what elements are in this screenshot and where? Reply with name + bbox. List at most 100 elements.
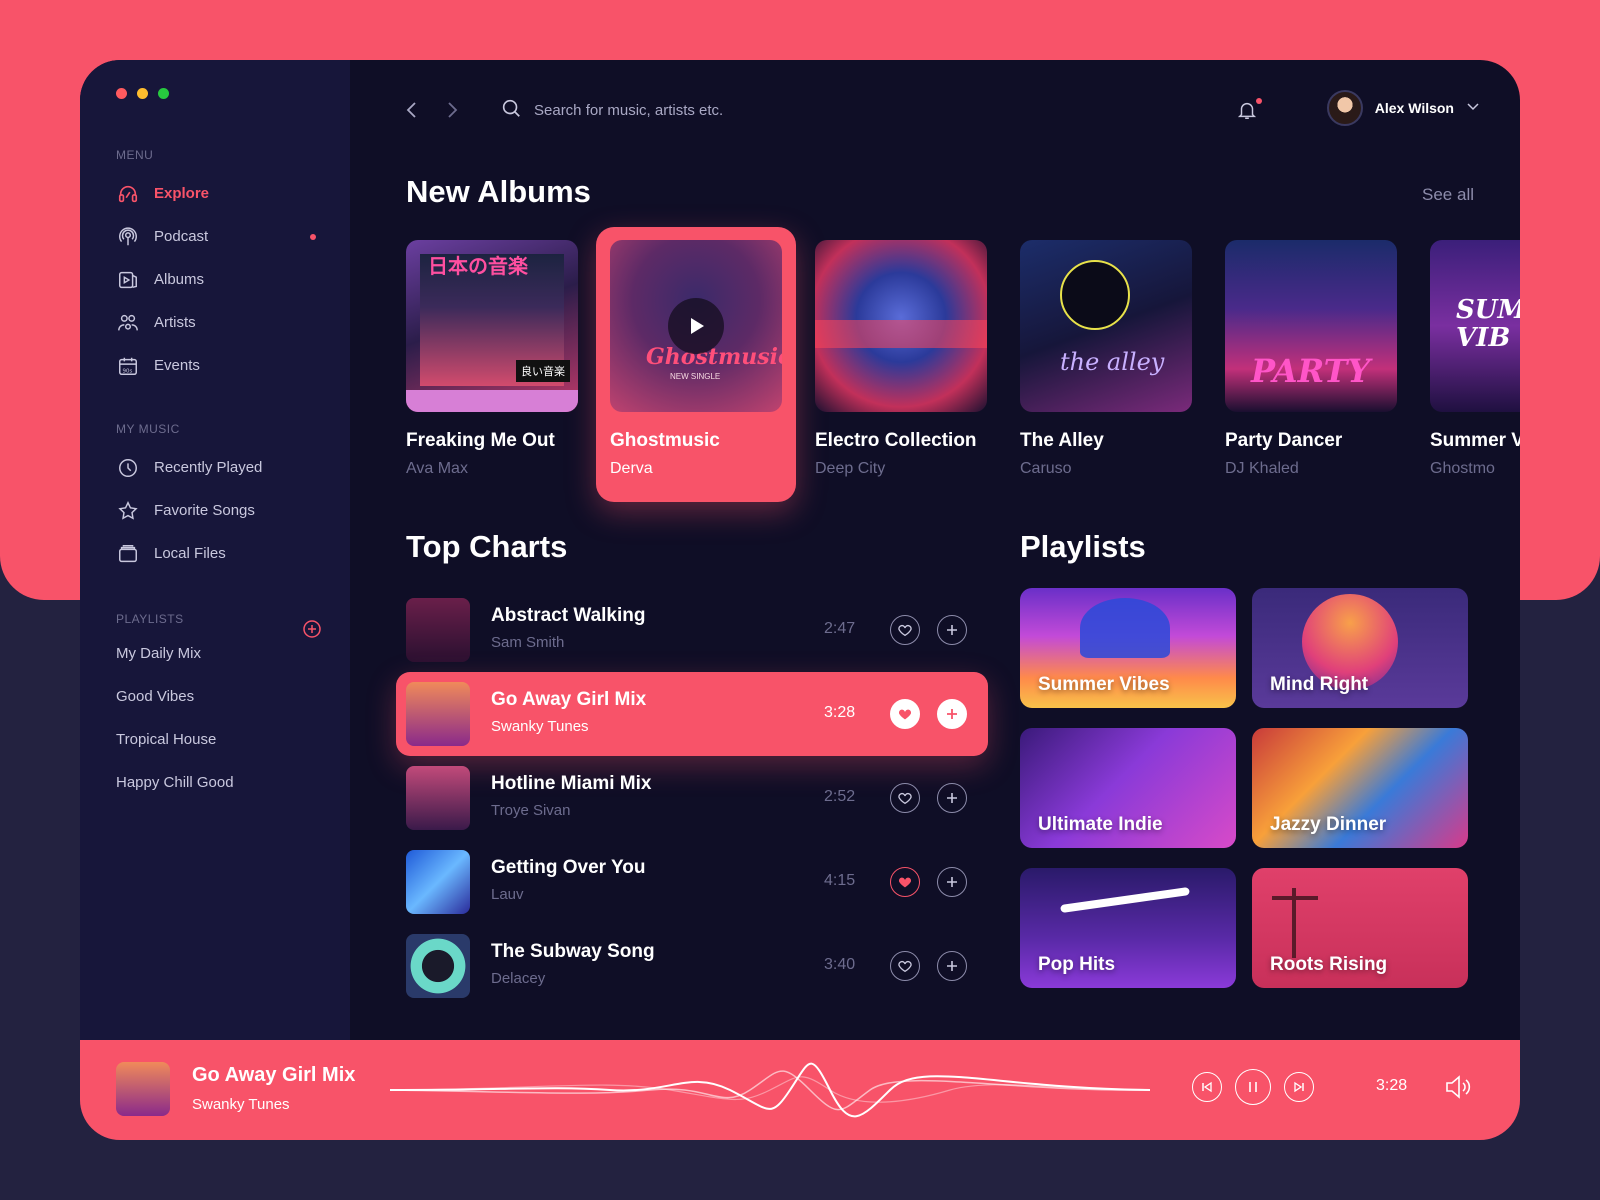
my-music-section-title: MY MUSIC <box>116 422 180 436</box>
add-to-playlist-button[interactable] <box>937 867 967 897</box>
top-charts-title: Top Charts <box>406 529 568 564</box>
sidebar-item-local-files[interactable]: Local Files <box>116 532 328 575</box>
new-albums-title: New Albums <box>406 174 591 209</box>
chart-row[interactable]: The Subway Song Delacey 3:40 <box>406 924 996 1008</box>
play-button[interactable] <box>668 298 724 354</box>
album-title: Freaking Me Out <box>406 430 555 451</box>
back-arrow-icon[interactable] <box>400 98 424 122</box>
playlist-art-cigarette <box>1060 886 1190 914</box>
heart-icon <box>898 792 912 805</box>
playlist-card[interactable]: Jazzy Dinner <box>1252 728 1468 848</box>
next-track-button[interactable] <box>1284 1072 1314 1102</box>
sidebar-item-events[interactable]: 90s Events <box>116 344 328 387</box>
heart-filled-icon <box>898 877 912 888</box>
user-menu[interactable]: Alex Wilson <box>1326 90 1480 126</box>
sidebar-item-label: Podcast <box>154 228 209 245</box>
album-artist: Ghostmo <box>1430 460 1495 477</box>
forward-arrow-icon[interactable] <box>440 98 464 122</box>
like-button[interactable] <box>890 699 920 729</box>
chart-row[interactable]: Abstract Walking Sam Smith 2:47 <box>406 588 996 672</box>
album-cover: Ghostmusic NEW SINGLE <box>610 240 782 412</box>
album-cover-text: SUMI VIB <box>1456 295 1520 353</box>
my-music-menu: Recently Played Favorite Songs Local Fil… <box>116 446 328 575</box>
sidebar: MENU Explore Podcast Albums Artists 90s … <box>80 60 350 1040</box>
playlist-name: Ultimate Indie <box>1038 814 1163 835</box>
notification-dot <box>310 234 316 240</box>
minimize-window-dot[interactable] <box>137 88 148 99</box>
plus-icon <box>947 877 957 887</box>
album-cover: 日本の音楽 良い音楽 <box>406 240 578 412</box>
track-thumbnail <box>406 934 470 998</box>
album-card-selected[interactable]: Ghostmusic NEW SINGLE Ghostmusic Derva <box>610 240 782 478</box>
track-title: Hotline Miami Mix <box>491 773 652 794</box>
album-art-stripe <box>815 320 987 348</box>
playlist-card[interactable]: Mind Right <box>1252 588 1468 708</box>
sidebar-item-playlist[interactable]: Tropical House <box>116 718 328 761</box>
track-title: Go Away Girl Mix <box>491 689 647 710</box>
album-card[interactable]: PARTY Party Dancer DJ Khaled <box>1225 240 1397 478</box>
app-window: MENU Explore Podcast Albums Artists 90s … <box>80 60 1520 1040</box>
playlist-menu: My Daily Mix Good Vibes Tropical House H… <box>116 632 328 804</box>
add-to-playlist-button[interactable] <box>937 615 967 645</box>
sidebar-item-artists[interactable]: Artists <box>116 301 328 344</box>
search-input[interactable] <box>534 101 894 119</box>
album-cover-text: the alley <box>1060 348 1165 376</box>
now-playing-bar: Go Away Girl Mix Swanky Tunes 3:28 <box>80 1040 1520 1140</box>
like-button[interactable] <box>890 951 920 981</box>
playlist-card[interactable]: Ultimate Indie <box>1020 728 1236 848</box>
chart-row[interactable]: Getting Over You Lauv 4:15 <box>406 840 996 924</box>
chart-row[interactable]: Hotline Miami Mix Troye Sivan 2:52 <box>406 756 996 840</box>
album-card[interactable]: 日本の音楽 良い音楽 Freaking Me Out Ava Max <box>406 240 578 478</box>
play-icon <box>691 318 704 334</box>
track-thumbnail <box>406 766 470 830</box>
playlist-card[interactable]: Pop Hits <box>1020 868 1236 988</box>
sidebar-item-label: Explore <box>154 185 210 202</box>
sidebar-item-podcast[interactable]: Podcast <box>116 215 328 258</box>
sidebar-item-recently-played[interactable]: Recently Played <box>116 446 328 489</box>
svg-text:90s: 90s <box>123 368 133 374</box>
volume-icon[interactable] <box>1444 1074 1474 1100</box>
playlist-card[interactable]: Roots Rising <box>1252 868 1468 988</box>
sidebar-item-explore[interactable]: Explore <box>116 172 328 215</box>
window-controls <box>116 88 169 99</box>
playlist-name: Mind Right <box>1270 674 1369 695</box>
sidebar-item-label: Recently Played <box>154 459 263 476</box>
albums-icon <box>116 268 140 292</box>
album-cover: PARTY <box>1225 240 1397 412</box>
now-playing-artist: Swanky Tunes <box>192 1096 290 1113</box>
playlists-title: Playlists <box>1020 529 1146 564</box>
track-artist: Swanky Tunes <box>491 718 589 735</box>
album-card[interactable]: SUMI VIB Summer V Ghostmo <box>1430 240 1520 478</box>
pause-button[interactable] <box>1235 1069 1271 1105</box>
add-to-playlist-button[interactable] <box>937 699 967 729</box>
album-card[interactable]: Electro Collection Deep City <box>815 240 987 478</box>
previous-track-button[interactable] <box>1192 1072 1222 1102</box>
album-cover <box>815 240 987 412</box>
like-button[interactable] <box>890 783 920 813</box>
album-artist: Derva <box>610 460 653 477</box>
add-to-playlist-button[interactable] <box>937 951 967 981</box>
waveform[interactable] <box>390 1050 1150 1130</box>
artists-icon <box>116 311 140 335</box>
album-cover-tag: 良い音楽 <box>516 360 570 382</box>
add-to-playlist-button[interactable] <box>937 783 967 813</box>
maximize-window-dot[interactable] <box>158 88 169 99</box>
pause-icon <box>1249 1082 1257 1092</box>
track-duration: 4:15 <box>824 872 856 889</box>
like-button[interactable] <box>890 867 920 897</box>
notification-dot <box>1256 98 1262 104</box>
sidebar-item-playlist[interactable]: My Daily Mix <box>116 632 328 675</box>
sidebar-item-playlist[interactable]: Good Vibes <box>116 675 328 718</box>
album-title: Electro Collection <box>815 430 977 451</box>
playlist-card[interactable]: Summer Vibes <box>1020 588 1236 708</box>
close-window-dot[interactable] <box>116 88 127 99</box>
explore-icon <box>116 182 140 206</box>
like-button[interactable] <box>890 615 920 645</box>
see-all-link[interactable]: See all <box>1422 185 1474 205</box>
sidebar-item-favorite-songs[interactable]: Favorite Songs <box>116 489 328 532</box>
album-card[interactable]: the alley The Alley Caruso <box>1020 240 1192 478</box>
skip-back-icon <box>1202 1081 1212 1093</box>
sidebar-item-albums[interactable]: Albums <box>116 258 328 301</box>
chart-row-selected[interactable]: Go Away Girl Mix Swanky Tunes 3:28 <box>396 672 988 756</box>
sidebar-item-playlist[interactable]: Happy Chill Good <box>116 761 328 804</box>
